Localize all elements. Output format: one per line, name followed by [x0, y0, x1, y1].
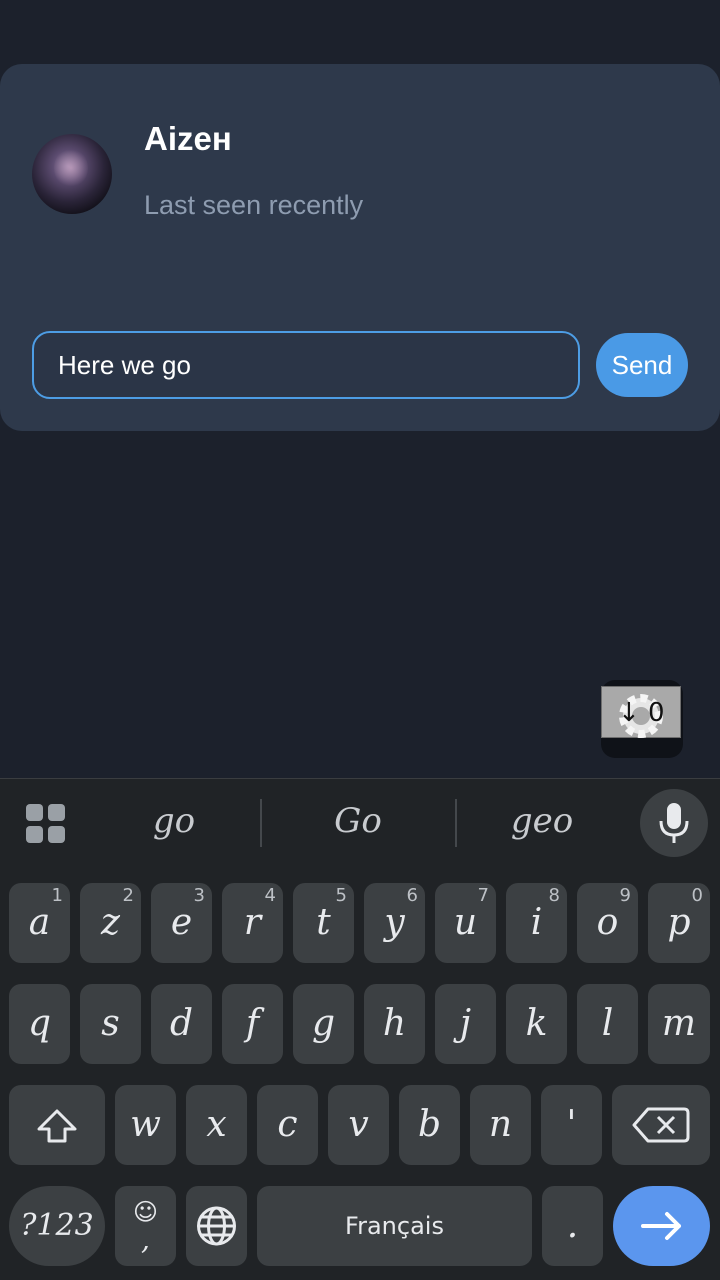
- backspace-key[interactable]: [612, 1085, 710, 1165]
- shift-icon: [37, 1109, 77, 1143]
- key-hint: 9: [619, 885, 631, 906]
- key-u[interactable]: u7: [435, 883, 496, 963]
- key-hint: 7: [477, 885, 489, 906]
- enter-key[interactable]: [613, 1186, 710, 1266]
- contact-name: Aizeн: [144, 120, 232, 157]
- key-label: y: [384, 902, 405, 943]
- suggestion-1[interactable]: go: [104, 801, 244, 841]
- language-key[interactable]: [186, 1186, 247, 1266]
- key-label: a: [28, 902, 51, 943]
- key-o[interactable]: o9: [577, 883, 638, 963]
- key-hint: 8: [548, 885, 560, 906]
- key-b[interactable]: b: [399, 1085, 460, 1165]
- key-w[interactable]: w: [115, 1085, 176, 1165]
- globe-icon: [197, 1206, 236, 1246]
- key-hint: 4: [264, 885, 276, 906]
- key-label: o: [596, 902, 619, 943]
- microphone-icon: [659, 803, 689, 843]
- suggestion-divider: [455, 799, 457, 847]
- keyboard: go Go geo a1 z2 e3 r4 t5 y6 u7 i8 o9 p0 …: [0, 778, 720, 1280]
- key-k[interactable]: k: [506, 984, 567, 1064]
- space-key[interactable]: Français: [257, 1186, 532, 1266]
- key-label: p: [667, 902, 691, 943]
- key-h[interactable]: h: [364, 984, 425, 1064]
- key-label: r: [243, 902, 262, 943]
- key-d[interactable]: d: [151, 984, 212, 1064]
- microphone-button[interactable]: [640, 789, 708, 857]
- key-v[interactable]: v: [328, 1085, 389, 1165]
- key-n[interactable]: n: [470, 1085, 531, 1165]
- key-q[interactable]: q: [9, 984, 70, 1064]
- key-i[interactable]: i8: [506, 883, 567, 963]
- key-y[interactable]: y6: [364, 883, 425, 963]
- shift-key[interactable]: [9, 1085, 105, 1165]
- key-hint: 2: [122, 885, 134, 906]
- key-label: t: [316, 902, 331, 943]
- message-input[interactable]: Here we go: [32, 331, 580, 399]
- key-label: u: [453, 902, 478, 943]
- key-apostrophe[interactable]: ': [541, 1085, 602, 1165]
- key-m[interactable]: m: [648, 984, 710, 1064]
- key-hint: 0: [691, 885, 703, 906]
- key-label: i: [530, 902, 543, 943]
- key-g[interactable]: g: [293, 984, 354, 1064]
- key-label: z: [101, 902, 120, 943]
- key-p[interactable]: p0: [648, 883, 710, 963]
- key-c[interactable]: c: [257, 1085, 318, 1165]
- key-t[interactable]: t5: [293, 883, 354, 963]
- key-x[interactable]: x: [186, 1085, 247, 1165]
- suggestion-2[interactable]: Go: [288, 801, 428, 841]
- apps-grid-icon[interactable]: [26, 804, 66, 844]
- send-button[interactable]: Send: [596, 333, 688, 397]
- arrow-right-icon: [641, 1212, 681, 1240]
- key-f[interactable]: f: [222, 984, 283, 1064]
- period-key[interactable]: .: [542, 1186, 603, 1266]
- key-hint: 6: [406, 885, 418, 906]
- suggestion-divider: [260, 799, 262, 847]
- key-hint: 3: [193, 885, 205, 906]
- key-hint: 1: [51, 885, 63, 906]
- emoji-comma-key[interactable]: ☺ ,: [115, 1186, 176, 1266]
- key-z[interactable]: z2: [80, 883, 141, 963]
- avatar[interactable]: [32, 134, 112, 214]
- comma-label: ,: [141, 1223, 150, 1256]
- key-a[interactable]: a1: [9, 883, 70, 963]
- key-j[interactable]: j: [435, 984, 496, 1064]
- key-hint: 5: [335, 885, 347, 906]
- suggestion-bar: go Go geo: [0, 779, 720, 871]
- key-l[interactable]: l: [577, 984, 638, 1064]
- backspace-icon: [632, 1107, 690, 1143]
- suggestion-3[interactable]: geo: [472, 801, 612, 841]
- key-e[interactable]: e3: [151, 883, 212, 963]
- key-s[interactable]: s: [80, 984, 141, 1064]
- key-label: e: [170, 902, 193, 943]
- contact-status: Last seen recently: [144, 190, 364, 220]
- symbols-key[interactable]: ?123: [9, 1186, 105, 1266]
- key-r[interactable]: r4: [222, 883, 283, 963]
- floating-widget-text: ↓ 0: [618, 698, 665, 728]
